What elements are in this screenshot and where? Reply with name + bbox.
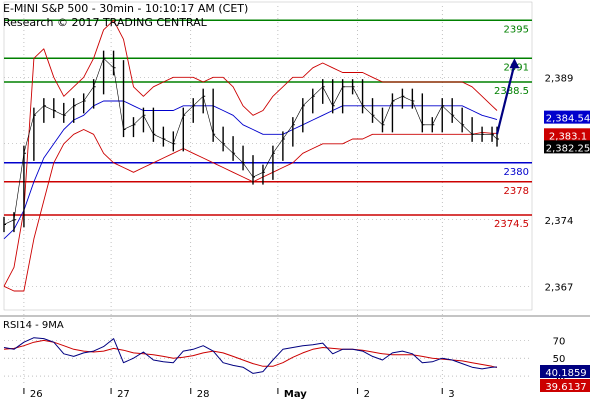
level-label-support-2380: 2380: [504, 167, 529, 178]
rsi-tick-label: 50: [553, 354, 566, 365]
header-title: E-MINI S&P 500 - 30min - 10:10:17 AM (CE…: [3, 2, 248, 15]
price-tick-label: 2,374: [545, 216, 574, 227]
x-tick-label: 2: [364, 389, 370, 400]
price-tick-label: 2,367: [545, 282, 574, 293]
x-tick-label: May: [284, 389, 307, 400]
chart-svg: 239523912388.5238023782374.5 RSI14 - 9MA…: [0, 0, 590, 400]
level-label-support-2378: 2378: [504, 186, 529, 197]
background: [0, 0, 590, 400]
level-label-resistance-2388.5: 2388.5: [494, 86, 529, 97]
rsi-tick-label: 70: [553, 336, 566, 347]
rsi-value-label: 40.1859: [545, 368, 586, 379]
header-copyright: Research © 2017 TRADING CENTRAL: [3, 16, 208, 29]
price-tick-label: 2,389: [545, 73, 574, 84]
rsi-panel-title: RSI14 - 9MA: [3, 320, 64, 331]
x-tick-label: 3: [448, 389, 454, 400]
rsi-ma-value-label: 39.6137: [545, 382, 586, 393]
last-price-label: 2,382.25: [546, 143, 590, 154]
x-tick-label: 28: [197, 389, 210, 400]
ma-value-label: 2,384.54: [546, 114, 590, 125]
x-tick-label: 27: [117, 389, 130, 400]
level-label-support-2374.5: 2374.5: [494, 219, 529, 230]
x-tick-label: 26: [30, 389, 43, 400]
chart-root: 239523912388.5238023782374.5 RSI14 - 9MA…: [0, 0, 590, 400]
level-label-resistance-2395: 2395: [504, 24, 529, 35]
